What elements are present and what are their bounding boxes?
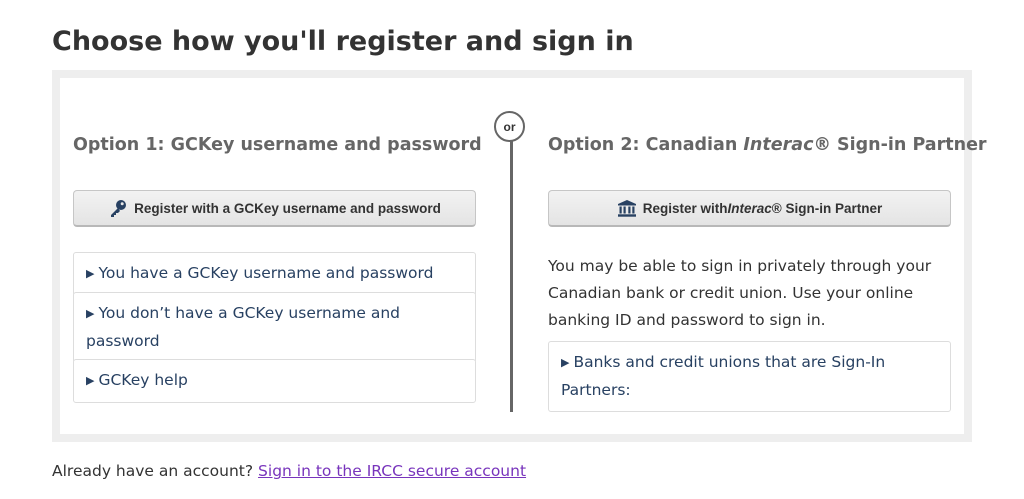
register-interac-button-suffix: ® Sign-in Partner bbox=[771, 200, 883, 216]
or-divider-badge: or bbox=[494, 111, 525, 142]
register-interac-button[interactable]: Register with Interac ® Sign-in Partner bbox=[548, 190, 951, 227]
register-interac-button-prefix: Register with bbox=[642, 200, 728, 216]
details-have-gckey-label: You have a GCKey username and password bbox=[98, 264, 434, 282]
expand-triangle-icon: ▶ bbox=[86, 307, 95, 320]
or-divider-line bbox=[510, 112, 513, 412]
option-2-heading-suffix: ® Sign-in Partner bbox=[813, 135, 987, 155]
details-have-gckey[interactable]: ▶ You have a GCKey username and password bbox=[73, 252, 476, 296]
bank-icon bbox=[617, 199, 637, 218]
register-gckey-button[interactable]: Register with a GCKey username and passw… bbox=[73, 190, 476, 227]
interac-description: You may be able to sign in privately thr… bbox=[548, 257, 932, 329]
key-icon bbox=[108, 198, 128, 218]
page-title: Choose how you'll register and sign in bbox=[52, 26, 634, 57]
details-gckey-help[interactable]: ▶ GCKey help bbox=[73, 359, 476, 403]
expand-triangle-icon: ▶ bbox=[86, 267, 95, 280]
details-sign-in-partners-label: Banks and credit unions that are Sign-In… bbox=[561, 353, 886, 399]
options-panel: Option 1: GCKey username and password Re… bbox=[52, 70, 987, 442]
details-gckey-help-label: GCKey help bbox=[98, 371, 188, 389]
option-2-heading: Option 2: Canadian Interac® Sign-in Part… bbox=[548, 132, 987, 158]
details-sign-in-partners[interactable]: ▶ Banks and credit unions that are Sign-I… bbox=[548, 341, 951, 412]
register-interac-button-brand: Interac bbox=[727, 200, 772, 216]
details-no-gckey-label: You don’t have a GCKey username and pass… bbox=[86, 304, 401, 350]
expand-triangle-icon: ▶ bbox=[561, 356, 570, 369]
option-1-heading: Option 1: GCKey username and password bbox=[73, 135, 482, 155]
expand-triangle-icon: ▶ bbox=[86, 374, 95, 387]
already-have-account-row: Already have an account? Sign in to the … bbox=[52, 459, 526, 483]
already-have-account-text: Already have an account? bbox=[52, 462, 254, 480]
option-2-heading-prefix: Option 2: Canadian bbox=[548, 135, 744, 155]
options-panel-inner: Option 1: GCKey username and password Re… bbox=[60, 78, 987, 434]
details-no-gckey[interactable]: ▶ You don’t have a GCKey username and pas… bbox=[73, 292, 476, 363]
register-gckey-button-label: Register with a GCKey username and passw… bbox=[134, 200, 441, 216]
sign-in-ircc-link[interactable]: Sign in to the IRCC secure account bbox=[258, 462, 526, 480]
option-2-heading-brand: Interac bbox=[743, 135, 814, 155]
